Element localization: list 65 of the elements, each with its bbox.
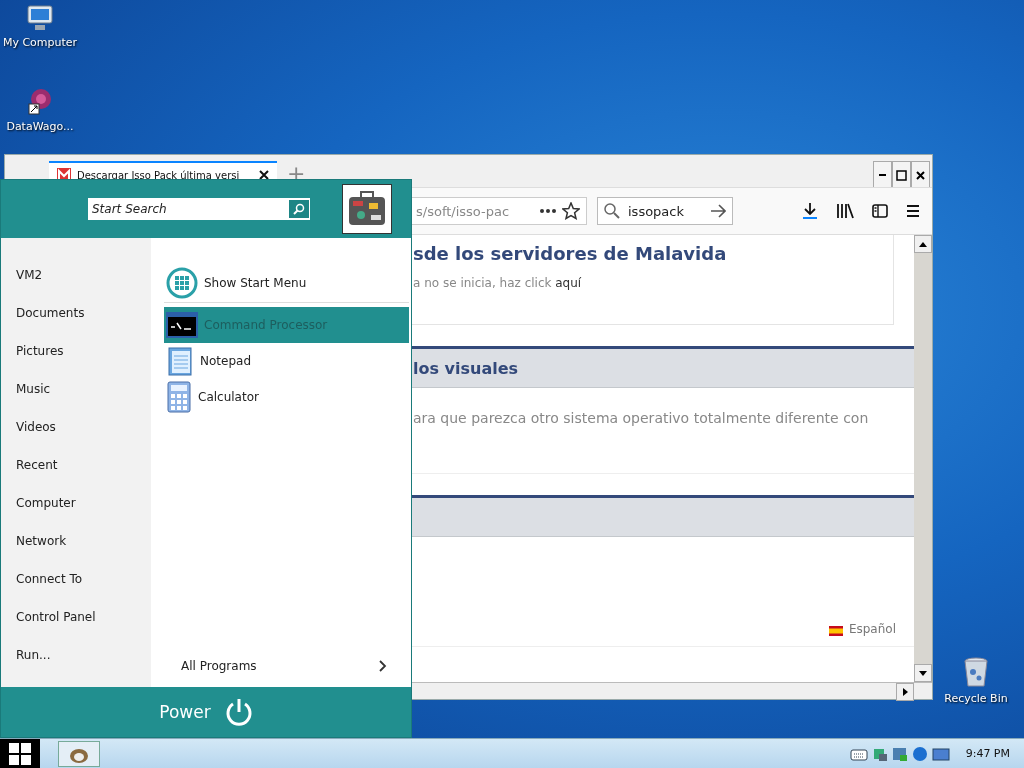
search-field[interactable]: issopack	[597, 197, 733, 225]
minimize-button[interactable]	[873, 161, 892, 189]
globe-icon[interactable]	[911, 745, 928, 762]
search-icon	[293, 203, 305, 215]
power-icon[interactable]	[224, 697, 253, 727]
maximize-button[interactable]	[892, 161, 911, 189]
section-title: los visuales	[413, 358, 519, 378]
desktop-icon-label[interactable]: DataWago...	[6, 120, 74, 133]
tab-title: Descargar Isso Pack última versi	[77, 169, 241, 181]
program-item[interactable]: Notepad	[164, 343, 409, 379]
language-selector[interactable]: Español	[848, 622, 896, 636]
power-button[interactable]: Power	[159, 702, 211, 722]
start-menu-place[interactable]: Control Panel	[1, 608, 151, 627]
start-menu-place[interactable]: Music	[1, 380, 151, 399]
start-menu-place[interactable]: Connect To	[1, 570, 151, 589]
flag-icon	[828, 626, 843, 636]
search-icon	[604, 203, 620, 219]
console-icon	[166, 311, 198, 339]
calculator-icon	[166, 381, 192, 413]
arrow-right-icon[interactable]	[710, 204, 726, 218]
start-button[interactable]	[0, 738, 40, 768]
close-icon[interactable]	[259, 170, 269, 180]
start-menu-place[interactable]: Run...	[1, 646, 151, 665]
start-menu-place[interactable]: Pictures	[1, 342, 151, 361]
start-menu-place[interactable]: Network	[1, 532, 151, 551]
here-link[interactable]: aquí	[555, 276, 582, 290]
program-item[interactable]: Calculator	[164, 379, 409, 415]
suitcase-icon	[347, 191, 387, 227]
all-programs-item[interactable]: All Programs	[164, 659, 409, 673]
scroll-up-icon	[919, 241, 927, 247]
star-icon[interactable]	[562, 202, 580, 220]
taskbar-app-button[interactable]	[58, 740, 100, 767]
menu-icon[interactable]	[906, 205, 920, 217]
start-search-field[interactable]: Start Search	[88, 198, 310, 220]
scroll-right-icon	[902, 688, 908, 696]
clock[interactable]: 9:47 PM	[965, 747, 1010, 760]
search-button[interactable]	[288, 199, 310, 219]
download-note: a no se inicia, haz click aquí	[413, 276, 583, 290]
page-heading: sde los servidores de Malavida	[413, 243, 728, 264]
start-menu-place[interactable]: Computer	[1, 494, 151, 513]
close-icon	[916, 170, 925, 180]
tiles-icon	[166, 267, 198, 299]
library-icon[interactable]	[836, 203, 854, 219]
close-button[interactable]	[911, 161, 930, 189]
desktop-icon-label[interactable]: My Computer	[2, 36, 78, 49]
desktop-icon-label[interactable]: Recycle Bin	[944, 692, 1008, 705]
start-menu-place[interactable]: Recent	[1, 456, 151, 475]
display-icon[interactable]	[931, 746, 950, 761]
minimize-icon	[879, 173, 886, 177]
program-item[interactable]: Show Start Menu	[164, 264, 409, 303]
start-menu-place[interactable]: VM2	[1, 266, 151, 285]
more-icon[interactable]	[540, 209, 556, 213]
start-menu-place[interactable]: Videos	[1, 418, 151, 437]
sidebar-icon[interactable]	[872, 204, 888, 218]
vertical-scrollbar[interactable]	[914, 235, 932, 682]
notepad-icon	[166, 345, 194, 377]
maximize-icon	[896, 169, 907, 181]
download-icon[interactable]	[802, 202, 818, 220]
keyboard-icon[interactable]	[849, 746, 868, 761]
chevron-icon	[378, 660, 387, 672]
recycle-bin-icon	[963, 656, 989, 688]
start-menu-place[interactable]: Documents	[1, 304, 151, 323]
scroll-down-icon	[919, 670, 927, 676]
computer-icon	[25, 4, 55, 32]
monitor-icon[interactable]	[891, 745, 908, 762]
